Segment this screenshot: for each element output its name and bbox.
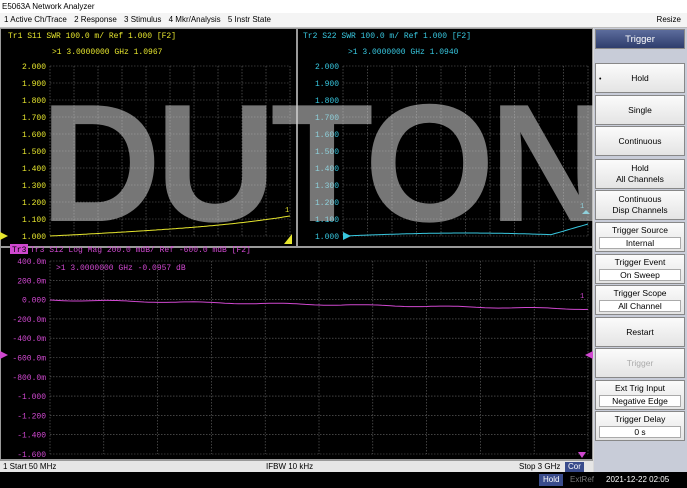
tr1-y-tick-label: 2.000 (22, 63, 46, 72)
tr2-y-tick-label: 1.400 (315, 165, 339, 174)
tr3-header: Tr3 S12 Log Mag 200.0 mdB/ Ref -600.0 md… (30, 246, 251, 255)
menu-bar: 1 Active Ch/Trace 2 Response 3 Stimulus … (0, 13, 687, 28)
tr2-marker-label: 1 (580, 203, 584, 211)
tr3-y-tick-label: -1.600 (17, 451, 46, 460)
tr2-y-tick-label: 1.700 (315, 114, 339, 123)
tr3-y-tick-label: 400.0m (17, 258, 46, 267)
softkey-trigger-source[interactable]: Trigger Source Internal (595, 222, 685, 252)
tr2-y-tick-label: 1.100 (315, 216, 339, 225)
tr3-marker-label: 1 (580, 293, 584, 301)
hold-indicator: Hold (539, 474, 564, 486)
selected-dot-icon: • (599, 76, 602, 83)
tr1-marker-readout: >1 3.0000000 GHz 1.0967 (52, 48, 163, 57)
tr1-y-tick-label: 1.400 (22, 165, 46, 174)
menu-active-ch-trace[interactable]: 1 Active Ch/Trace (4, 13, 67, 27)
menu-mkr-analysis[interactable]: 4 Mkr/Analysis (169, 13, 221, 27)
tr3-y-tick-label: 200.0m (17, 277, 46, 286)
tr3-y-tick-label: -1.400 (17, 432, 46, 441)
tr2-y-tick-labels: 2.000 1.900 1.800 1.700 1.600 1.500 1.400 1.300… (315, 63, 339, 242)
tr2-window-border (297, 28, 593, 247)
tr1-y-tick-label: 1.000 (22, 233, 46, 242)
menu-stimulus[interactable]: 3 Stimulus (124, 13, 161, 27)
tr1-y-tick-label: 1.600 (22, 131, 46, 140)
resize-button[interactable]: Resize (657, 13, 681, 27)
tr2-y-tick-label: 1.600 (315, 131, 339, 140)
tr3-ref-arrow-right (585, 351, 593, 359)
softkey-trigger-event[interactable]: Trigger Event On Sweep (595, 254, 685, 284)
softkey-ext-trig-input[interactable]: Ext Trig Input Negative Edge (595, 380, 685, 410)
extref-indicator: ExtRef (570, 475, 595, 484)
tr2-ref-arrow (343, 232, 351, 240)
softkey-trigger-scope[interactable]: Trigger Scope All Channel (595, 285, 685, 315)
tr2-y-tick-label: 1.000 (315, 233, 339, 242)
tr3-y-tick-label: 0.000 (22, 297, 46, 306)
tr3-y-tick-label: -800.0m (12, 374, 46, 383)
tr1-ref-arrow (0, 232, 8, 240)
tr1-y-tick-labels: 2.000 1.900 1.800 1.700 1.600 1.500 1.400 1.300… (22, 63, 46, 242)
tr1-marker-label: 1 (285, 207, 289, 215)
tr3-ref-arrow-left (0, 351, 8, 359)
instrument-status-bar: Hold ExtRef 2021-12-22 02:05 (0, 472, 687, 488)
softkey-trigger-delay[interactable]: Trigger Delay 0 s (595, 411, 685, 441)
tr1-header: Tr1 S11 SWR 100.0 m/ Ref 1.000 [F2] (8, 32, 176, 41)
cor-badge: Cor (565, 462, 584, 472)
tr3-y-tick-label: -1.200 (17, 412, 46, 421)
tr3-tag: Tr3 (12, 246, 27, 255)
softkey-restart[interactable]: Restart (595, 317, 685, 347)
menu-response[interactable]: 2 Response (74, 13, 117, 27)
tr3-window-border (0, 247, 593, 460)
tr2-marker-readout: >1 3.0000000 GHz 1.0940 (348, 48, 459, 57)
tr2-y-tick-label: 2.000 (315, 63, 339, 72)
softkey-hold[interactable]: • Hold (595, 63, 685, 93)
tr1-y-tick-label: 1.700 (22, 114, 46, 123)
tr1-grid (49, 65, 291, 237)
tr1-y-tick-label: 1.300 (22, 182, 46, 191)
date-time: 2021-12-22 02:05 (606, 475, 670, 484)
softkey-panel: Trigger • Hold Single Continuous Hold All… (594, 28, 687, 472)
tr1-y-tick-label: 1.800 (22, 97, 46, 106)
tr2-y-tick-label: 1.800 (315, 97, 339, 106)
tr3-y-tick-label: -600.0m (12, 355, 46, 364)
softkey-continuous[interactable]: Continuous (595, 126, 685, 156)
softkey-continuous-disp-channels[interactable]: Continuous Disp Channels (595, 190, 685, 220)
softkey-menu-title: Trigger (595, 29, 685, 49)
tr2-y-tick-label: 1.300 (315, 182, 339, 191)
window-title: E5063A Network Analyzer (2, 2, 95, 11)
tr2-grid (342, 65, 589, 237)
tr3-y-tick-labels: 400.0m 200.0m 0.000 -200.0m -400.0m -600.0m -8… (12, 258, 46, 460)
tr1-y-tick-label: 1.100 (22, 216, 46, 225)
tr2-y-tick-label: 1.900 (315, 80, 339, 89)
tr3-y-tick-label: -200.0m (12, 316, 46, 325)
softkey-single[interactable]: Single (595, 95, 685, 125)
tr3-grid (49, 260, 589, 455)
tr1-marker-triangle (284, 234, 292, 244)
softkey-trigger[interactable]: Trigger (595, 348, 685, 378)
tr1-y-tick-label: 1.500 (22, 148, 46, 157)
measurement-display[interactable]: 2.000 1.900 1.800 1.700 1.600 1.500 1.400 1.300… (0, 28, 593, 460)
tr3-marker-readout: >1 3.0000000 GHz -0.0957 dB (56, 264, 186, 273)
tr3-y-tick-label: -1.000 (17, 393, 46, 402)
window-title-bar: E5063A Network Analyzer (0, 0, 687, 13)
tr3-marker-triangle (578, 452, 586, 458)
tr1-y-tick-label: 1.900 (22, 80, 46, 89)
tr3-y-tick-label: -400.0m (12, 335, 46, 344)
tr2-y-tick-label: 1.200 (315, 199, 339, 208)
tr1-y-tick-label: 1.200 (22, 199, 46, 208)
softkey-hold-all-channels[interactable]: Hold All Channels (595, 159, 685, 189)
menu-instr-state[interactable]: 5 Instr State (228, 13, 271, 27)
tr2-header: Tr2 S22 SWR 100.0 m/ Ref 1.000 [F2] (303, 32, 471, 41)
tr2-y-tick-label: 1.500 (315, 148, 339, 157)
